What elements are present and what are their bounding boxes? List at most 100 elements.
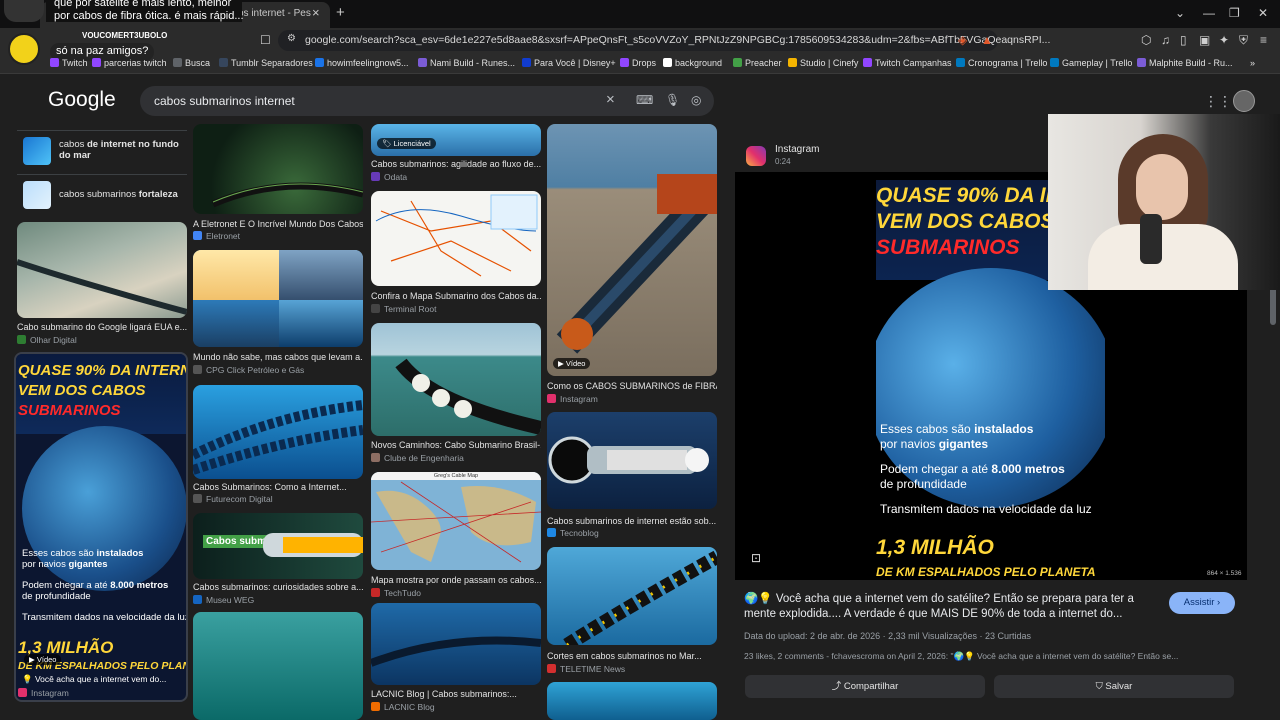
stream-caption: que por satelite e mais lento, melhor po… — [54, 0, 244, 22]
site-info-icon[interactable]: ⚙ — [287, 33, 296, 44]
google-apps-icon[interactable]: ⋮⋮ — [1204, 93, 1232, 110]
save-button[interactable]: ⛉ Salvar — [994, 675, 1234, 698]
result-image[interactable] — [371, 323, 541, 436]
result-title[interactable]: Cabo submarino do Google ligará EUA e... — [17, 322, 187, 332]
result-image[interactable] — [193, 250, 363, 347]
result-image[interactable] — [193, 612, 363, 720]
keyboard-icon[interactable]: ⌨ — [636, 93, 653, 107]
result-source[interactable]: TechTudo — [371, 588, 421, 598]
result-image[interactable] — [17, 222, 187, 318]
result-source[interactable]: TELETIME News — [547, 664, 625, 674]
lens-search-icon[interactable]: ⊡ — [751, 551, 761, 565]
bookmark-item[interactable]: Twitch Campanhas — [863, 58, 952, 68]
bookmark-item[interactable]: Cronograma | Trello — [956, 58, 1047, 68]
result-title[interactable]: Cortes em cabos submarinos no Mar... — [547, 651, 717, 661]
result-title[interactable]: Novos Caminhos: Cabo Submarino Brasil-..… — [371, 440, 541, 450]
wallet-icon[interactable]: ▣ — [1199, 33, 1210, 47]
result-image[interactable] — [193, 124, 363, 214]
share-button[interactable]: ⤴ Compartilhar — [745, 675, 985, 698]
menu-icon[interactable]: ≡ — [1260, 33, 1267, 47]
result-title[interactable]: Cabos submarinos: curiosidades sobre a..… — [193, 582, 363, 592]
minimize-icon[interactable]: — — [1203, 6, 1215, 20]
bookmark-item[interactable]: Malphite Build - Ru... — [1137, 58, 1233, 68]
result-image[interactable] — [193, 385, 363, 479]
close-tab-icon[interactable]: × — [312, 5, 320, 20]
close-window-icon[interactable]: ✕ — [1258, 6, 1268, 20]
result-title[interactable]: Mapa mostra por onde passam os cabos... — [371, 575, 541, 585]
result-title[interactable]: LACNIC Blog | Cabos submarinos:... — [371, 689, 541, 699]
maximize-icon[interactable]: ❐ — [1229, 6, 1240, 20]
bookmark-item[interactable]: background — [663, 58, 722, 68]
clear-search-icon[interactable]: × — [606, 91, 615, 108]
bookmark-label: Drops — [632, 58, 657, 68]
bookmark-item[interactable]: Preacher — [733, 58, 782, 68]
result-title[interactable]: A Eletronet E O Incrível Mundo Dos Cabos… — [193, 219, 363, 229]
result-source[interactable]: CPG Click Petróleo e Gás — [193, 365, 304, 375]
bookmark-item[interactable]: Tumblr Separadores — [219, 58, 313, 68]
result-image[interactable] — [371, 603, 541, 685]
result-source[interactable]: Instagram — [547, 394, 598, 404]
bookmark-item[interactable]: Para Você | Disney+ — [522, 58, 616, 68]
result-source[interactable]: Futurecom Digital — [193, 494, 273, 504]
tab-search-icon[interactable]: ⌄ — [1175, 6, 1185, 20]
bookmark-label: Studio | Cinefy — [800, 58, 859, 68]
preview-source[interactable]: Instagram — [775, 144, 819, 155]
photo-panel — [279, 250, 363, 300]
bookmark-item[interactable]: Nami Build - Runes... — [418, 58, 515, 68]
result-image[interactable]: ▶ Vídeo — [547, 124, 717, 376]
result-source[interactable]: Olhar Digital — [17, 335, 77, 345]
result-source[interactable]: Museu WEG — [193, 595, 254, 605]
result-source[interactable]: Instagram — [18, 688, 69, 698]
result-image[interactable] — [547, 682, 717, 720]
result-source[interactable]: Tecnoblog — [547, 528, 599, 538]
result-title[interactable]: Como os CABOS SUBMARINOS de FIBRA... — [547, 381, 717, 391]
google-logo[interactable]: Google — [48, 88, 116, 112]
vpn-icon[interactable]: ⛨ — [1239, 33, 1248, 48]
result-title[interactable]: Cabos submarinos de internet estão sob..… — [547, 516, 717, 526]
bookmark-item[interactable]: parcerias twitch — [92, 58, 167, 68]
microphone-icon[interactable]: 🎙 — [665, 93, 680, 107]
new-tab-icon[interactable]: + — [336, 4, 345, 21]
related-search-1[interactable]: cabos de internet no fundo do mar — [17, 130, 187, 174]
bookmark-item[interactable]: Twitch — [50, 58, 88, 68]
result-title[interactable]: Cabos submarinos: agilidade ao fluxo de.… — [371, 159, 541, 169]
profile-avatar[interactable] — [1233, 90, 1255, 112]
preview-meta-detail: 23 likes, 2 comments - fchavescroma on A… — [744, 651, 1179, 661]
extensions-icon[interactable]: ⬡ — [1141, 33, 1151, 47]
result-title[interactable]: Mundo não sabe, mas cabos que levam a... — [193, 352, 363, 362]
url-text[interactable]: google.com/search?sca_esv=6de1e227e5d8aa… — [305, 34, 1050, 46]
bookmark-item[interactable]: Drops — [620, 58, 656, 68]
bookmark-item[interactable]: Busca — [173, 58, 210, 68]
result-source[interactable]: LACNIC Blog — [371, 702, 435, 712]
result-source[interactable]: Terminal Root — [371, 304, 436, 314]
bookmark-item[interactable]: howimfeelingnow5... — [315, 58, 409, 68]
more-bookmarks-icon[interactable]: » — [1250, 58, 1255, 68]
result-title[interactable]: Confira o Mapa Submarino dos Cabos da... — [371, 291, 541, 301]
result-image[interactable] — [371, 191, 541, 286]
result-source[interactable]: Odata — [371, 172, 407, 182]
result-image[interactable] — [547, 412, 717, 509]
leo-icon[interactable]: ✦ — [1219, 33, 1229, 47]
result-image-selected[interactable]: QUASE 90% DA INTERNET VEM DOS CABOS SUBM… — [14, 352, 188, 702]
media-icon[interactable]: ♫ — [1161, 33, 1170, 47]
bookmark-item[interactable]: Studio | Cinefy — [788, 58, 858, 68]
bookmark-item[interactable]: Gameplay | Trello — [1050, 58, 1132, 68]
rewards-icon[interactable]: ▲ — [981, 33, 993, 47]
result-image[interactable]: 🏷 Licenciável — [371, 124, 541, 156]
search-input[interactable]: cabos submarinos internet — [154, 94, 295, 108]
result-source[interactable]: Clube de Engenharia — [371, 453, 464, 463]
related-search-2[interactable]: cabos submarinos fortaleza — [17, 174, 187, 218]
preview-description[interactable]: 🌍💡 Você acha que a internet vem do satél… — [744, 592, 1160, 622]
tab-title[interactable]: os internet - Pes — [238, 8, 311, 19]
result-source[interactable]: Eletronet — [193, 231, 240, 241]
result-image[interactable]: Greg's Cable Map — [371, 472, 541, 570]
result-image[interactable] — [547, 547, 717, 645]
lens-icon[interactable]: ◎ — [691, 93, 701, 107]
result-title[interactable]: Cabos Submarinos: Como a Internet... — [193, 482, 363, 492]
bookmark-icon[interactable]: ☐ — [260, 33, 271, 47]
result-title[interactable]: 💡 Você acha que a internet vem do... — [22, 674, 186, 685]
watch-button[interactable]: Assistir › — [1169, 592, 1235, 614]
sidebar-icon[interactable]: ▯ — [1180, 33, 1187, 47]
brave-shield-icon[interactable]: ◈ — [958, 33, 967, 47]
result-image[interactable]: Cabos submarinos — [193, 513, 363, 579]
